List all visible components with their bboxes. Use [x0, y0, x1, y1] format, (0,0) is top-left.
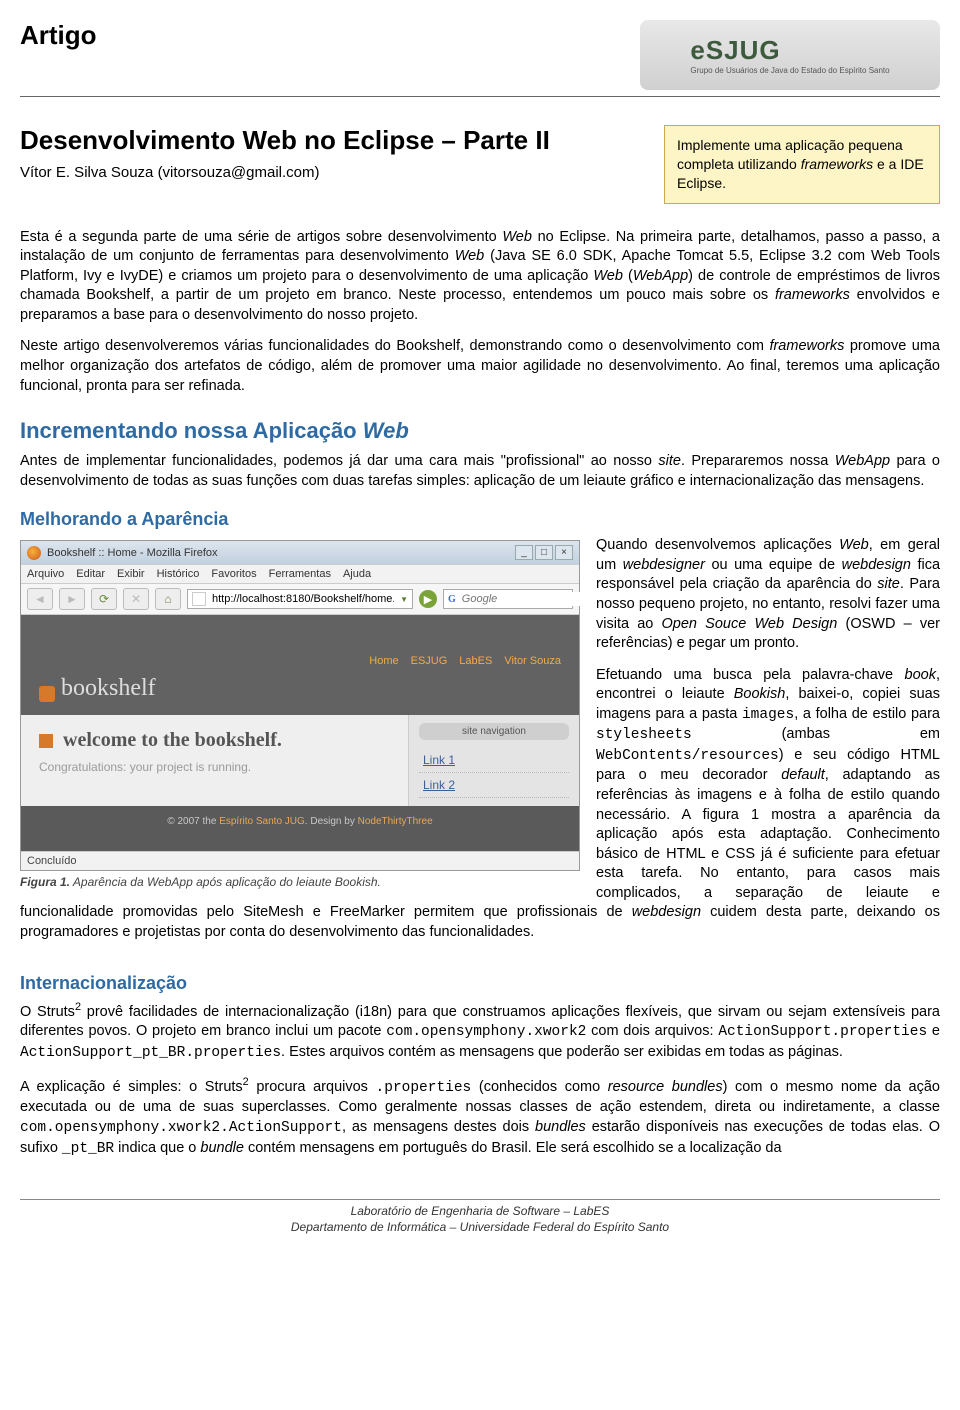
topnav-labes[interactable]: LabES	[459, 655, 492, 667]
congrats-text: Congratulations: your project is running…	[39, 760, 390, 774]
welcome-heading: welcome to the bookshelf.	[39, 729, 390, 752]
site-footer: © 2007 the Espírito Santo JUG. Design by…	[21, 806, 579, 851]
section-heading-3: Internacionalização	[20, 973, 940, 994]
topnav-vitor[interactable]: Vitor Souza	[504, 655, 561, 667]
search-bar[interactable]: G	[443, 589, 573, 609]
paragraph-1: Esta é a segunda parte de uma série de a…	[20, 228, 940, 326]
section-heading-1: Incrementando nossa Aplicação Web	[20, 418, 940, 444]
home-button[interactable]: ⌂	[155, 588, 181, 610]
footer-line-1: Laboratório de Engenharia de Software – …	[20, 1204, 940, 1220]
menu-editar[interactable]: Editar	[76, 568, 105, 580]
browser-titlebar: Bookshelf :: Home - Mozilla Firefox _ □ …	[21, 541, 579, 564]
article-author: Vítor E. Silva Souza (vitorsouza@gmail.c…	[20, 164, 636, 181]
reload-button[interactable]: ⟳	[91, 588, 117, 610]
page-footer: Laboratório de Engenharia de Software – …	[20, 1199, 940, 1235]
footer-link-esjug[interactable]: Espírito Santo JUG	[219, 816, 305, 827]
paragraph-2: Neste artigo desenvolveremos várias func…	[20, 337, 940, 396]
menu-arquivo[interactable]: Arquivo	[27, 568, 64, 580]
menu-ferramentas[interactable]: Ferramentas	[269, 568, 331, 580]
sidenav-label: site navigation	[419, 723, 569, 740]
menu-historico[interactable]: Histórico	[157, 568, 200, 580]
minimize-button[interactable]: _	[515, 545, 533, 560]
summary-box: Implemente uma aplicação pequena complet…	[664, 125, 940, 204]
browser-window: Bookshelf :: Home - Mozilla Firefox _ □ …	[20, 540, 580, 871]
article-label: Artigo	[20, 20, 97, 51]
article-title: Desenvolvimento Web no Eclipse – Parte I…	[20, 125, 636, 156]
search-input[interactable]	[460, 592, 607, 606]
paragraph-3: Antes de implementar funcionalidades, po…	[20, 452, 940, 491]
site-brand: bookshelf	[39, 675, 156, 702]
sidenav-link-1[interactable]: Link 1	[419, 748, 569, 773]
maximize-button[interactable]: □	[535, 545, 553, 560]
window-title: Bookshelf :: Home - Mozilla Firefox	[47, 547, 218, 559]
header: Artigo eSJUG Grupo de Usuários de Java d…	[20, 20, 940, 97]
footer-line-2: Departamento de Informática – Universida…	[20, 1220, 940, 1236]
figure-1-caption: Figura 1. Aparência da WebApp após aplic…	[20, 875, 580, 889]
footer-link-design[interactable]: NodeThirtyThree	[358, 816, 433, 827]
menu-favoritos[interactable]: Favoritos	[211, 568, 256, 580]
menu-exibir[interactable]: Exibir	[117, 568, 145, 580]
firefox-icon	[27, 546, 41, 560]
page-icon	[192, 592, 206, 606]
logo-subtitle: Grupo de Usuários de Java do Estado do E…	[690, 66, 889, 75]
url-dropdown-icon[interactable]: ▼	[400, 595, 408, 604]
summary-em: frameworks	[801, 156, 873, 172]
sidenav-link-2[interactable]: Link 2	[419, 773, 569, 798]
topnav-esjug[interactable]: ESJUG	[411, 655, 448, 667]
url-bar[interactable]: ▼	[187, 589, 413, 609]
paragraph-6: O Struts2 provê facilidades de internaci…	[20, 1000, 940, 1064]
forward-button[interactable]: ►	[59, 588, 85, 610]
figure-1: Bookshelf :: Home - Mozilla Firefox _ □ …	[20, 540, 580, 889]
site-top-nav: Home ESJUG LabES Vitor Souza	[21, 615, 579, 675]
browser-menubar: Arquivo Editar Exibir Histórico Favorito…	[21, 564, 579, 584]
section-heading-2: Melhorando a Aparência	[20, 509, 940, 530]
go-button[interactable]: ▶	[419, 590, 437, 608]
square-icon	[39, 734, 53, 748]
brand-icon	[39, 686, 55, 702]
close-button[interactable]: ×	[555, 545, 573, 560]
google-icon: G	[448, 593, 456, 605]
url-input[interactable]	[210, 592, 396, 606]
paragraph-7: A explicação é simples: o Struts2 procur…	[20, 1075, 940, 1159]
browser-statusbar: Concluído	[21, 851, 579, 870]
menu-ajuda[interactable]: Ajuda	[343, 568, 371, 580]
esjug-logo: eSJUG Grupo de Usuários de Java do Estad…	[640, 20, 940, 90]
logo-text: eSJUG	[690, 35, 889, 66]
stop-button[interactable]: ✕	[123, 588, 149, 610]
browser-toolbar: ◄ ► ⟳ ✕ ⌂ ▼ ▶ G	[21, 584, 579, 615]
topnav-home[interactable]: Home	[369, 655, 398, 667]
back-button[interactable]: ◄	[27, 588, 53, 610]
page-content: Home ESJUG LabES Vitor Souza bookshelf w…	[21, 615, 579, 851]
